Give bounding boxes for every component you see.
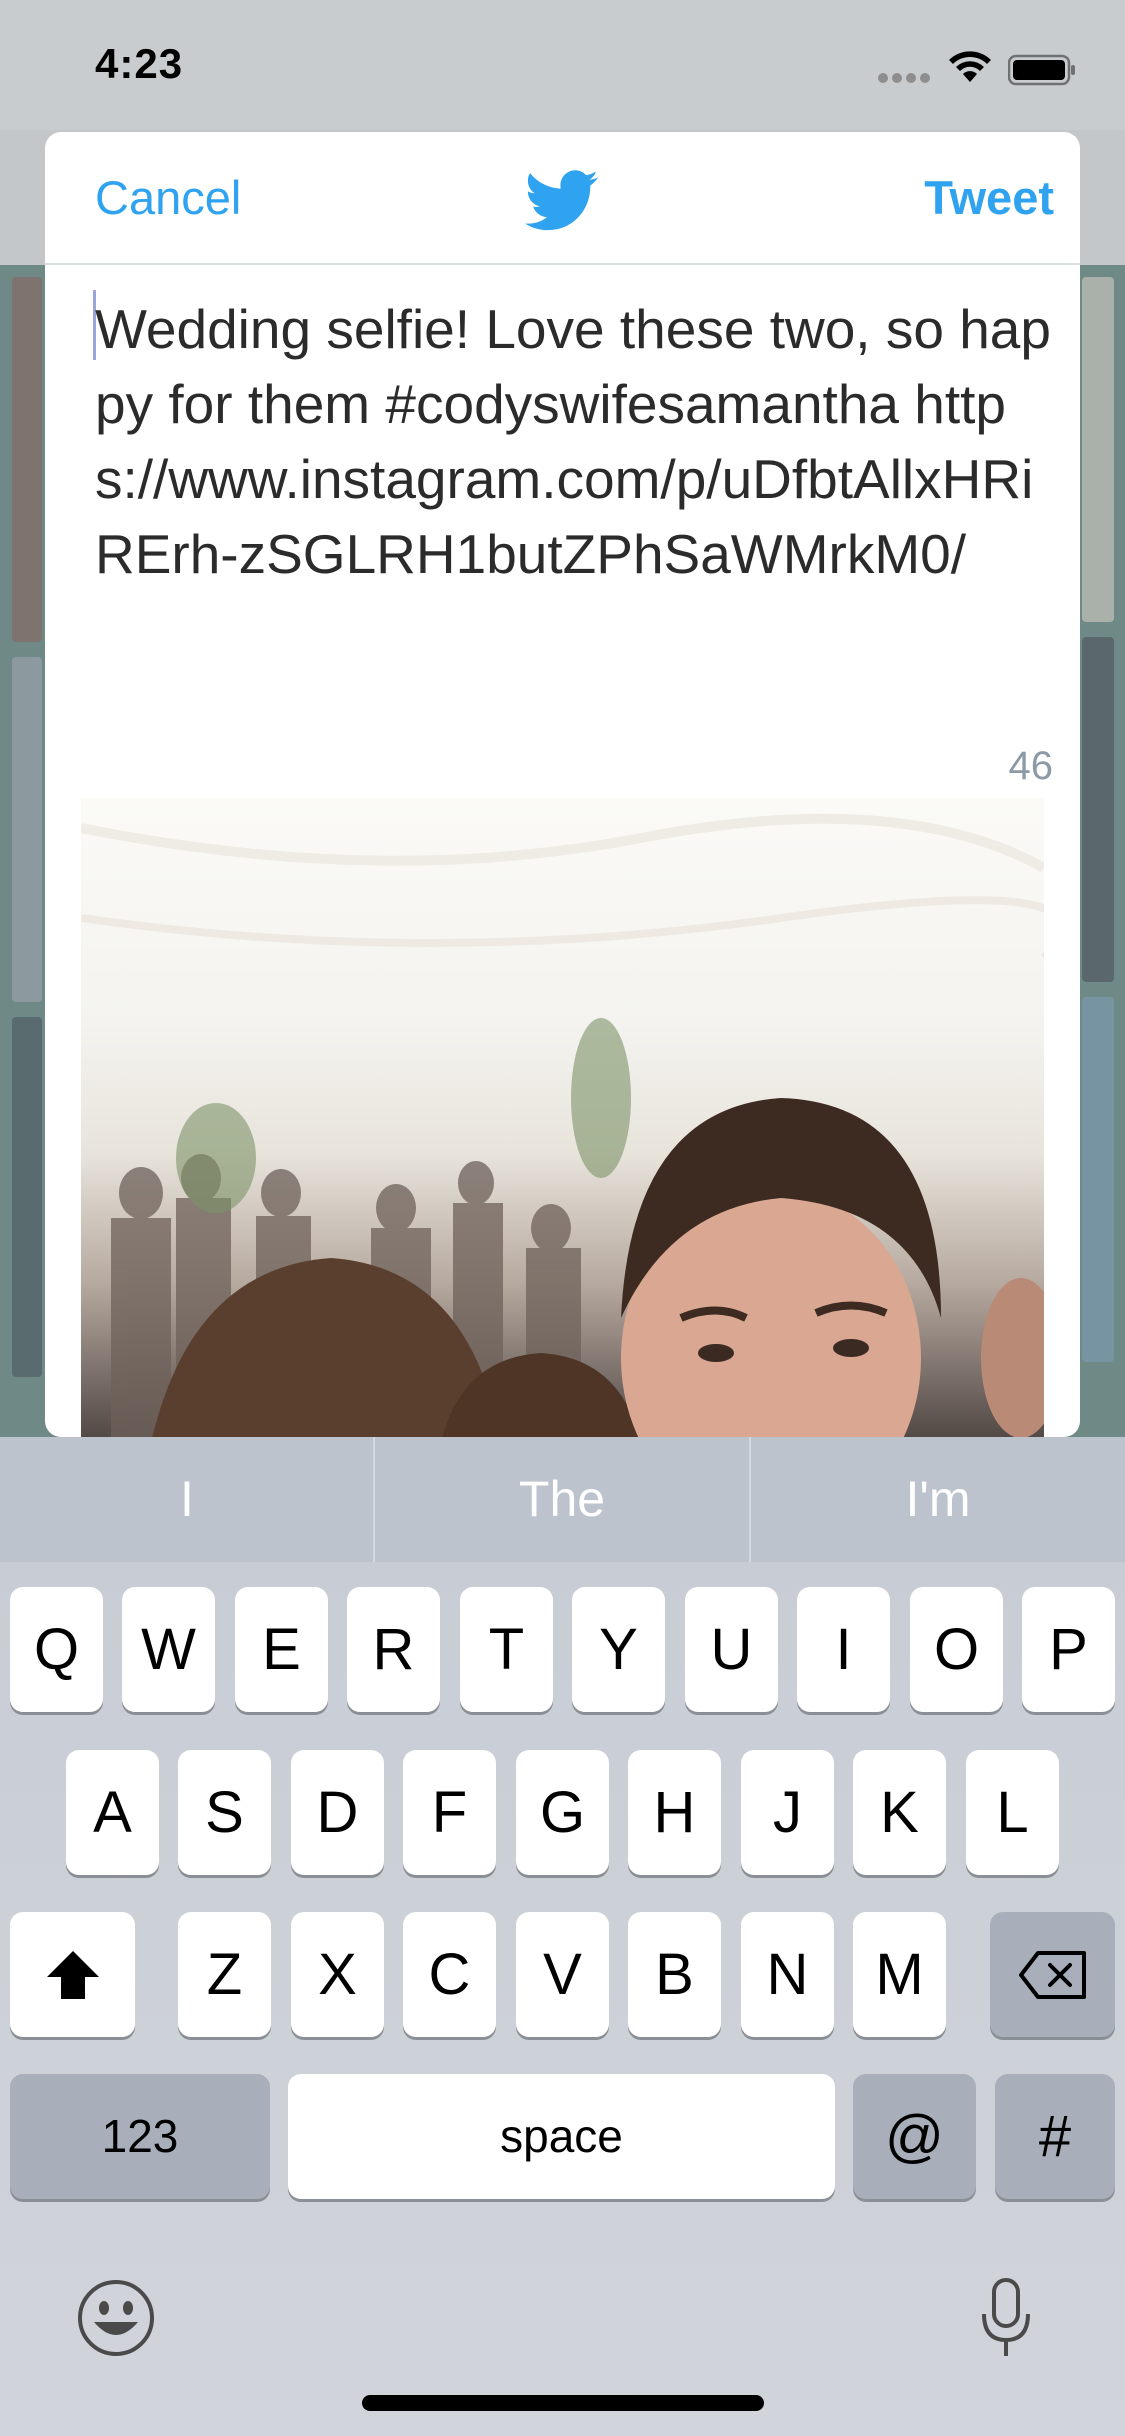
key-a[interactable]: A [66, 1750, 159, 1875]
key-s[interactable]: S [178, 1750, 271, 1875]
background-tile [12, 1017, 42, 1377]
key-k[interactable]: K [853, 1750, 946, 1875]
key-g[interactable]: G [516, 1750, 609, 1875]
numbers-key[interactable]: 123 [10, 2074, 270, 2199]
key-n[interactable]: N [741, 1912, 834, 2037]
compose-nav-bar: Cancel Tweet [45, 132, 1080, 265]
key-f[interactable]: F [403, 1750, 496, 1875]
predictive-text-bar: I The I'm [0, 1437, 1125, 1562]
suggestion-1[interactable]: I [0, 1437, 374, 1562]
status-time: 4:23 [95, 40, 184, 87]
key-h[interactable]: H [628, 1750, 721, 1875]
microphone-icon[interactable] [978, 2278, 1034, 2358]
key-j[interactable]: J [741, 1750, 834, 1875]
shift-icon [46, 1951, 99, 1999]
emoji-icon[interactable] [76, 2278, 156, 2358]
key-x[interactable]: X [291, 1912, 384, 2037]
at-key[interactable]: @ [853, 2074, 976, 2199]
suggestion-3[interactable]: I'm [751, 1437, 1125, 1562]
key-u[interactable]: U [685, 1587, 778, 1712]
key-m[interactable]: M [853, 1912, 946, 2037]
attached-photo[interactable] [81, 798, 1044, 1437]
key-w[interactable]: W [122, 1587, 215, 1712]
tweet-text-input[interactable]: Wedding selfie! Love these two, so happy… [95, 292, 1055, 592]
cancel-button[interactable]: Cancel [95, 168, 241, 228]
status-bar: 4:23 [0, 0, 1125, 132]
tweet-compose-sheet: Cancel Tweet Wedding selfie! Love these … [45, 132, 1080, 1437]
backspace-key[interactable] [990, 1912, 1115, 2037]
background-tile [1082, 637, 1114, 982]
twitter-bird-icon [524, 170, 598, 231]
key-q[interactable]: Q [10, 1587, 103, 1712]
background-tile [1082, 277, 1114, 622]
background-tile [1082, 997, 1114, 1362]
hash-key[interactable]: # [995, 2074, 1115, 2199]
key-y[interactable]: Y [572, 1587, 665, 1712]
backspace-icon [1018, 1951, 1086, 1999]
key-e[interactable]: E [235, 1587, 328, 1712]
selfie-image [81, 813, 1044, 1437]
background-tile [12, 277, 42, 642]
suggestion-2[interactable]: The [375, 1437, 749, 1562]
key-p[interactable]: P [1022, 1587, 1115, 1712]
key-z[interactable]: Z [178, 1912, 271, 2037]
space-key[interactable]: space [288, 2074, 835, 2199]
key-o[interactable]: O [910, 1587, 1003, 1712]
key-t[interactable]: T [460, 1587, 553, 1712]
key-v[interactable]: V [516, 1912, 609, 2037]
wifi-icon [949, 51, 991, 82]
key-l[interactable]: L [966, 1750, 1059, 1875]
background-tile [12, 657, 42, 1002]
tweet-button[interactable]: Tweet [924, 168, 1054, 228]
cellular-signal-icon [878, 70, 934, 83]
key-i[interactable]: I [797, 1587, 890, 1712]
home-indicator[interactable] [362, 2395, 764, 2411]
key-d[interactable]: D [291, 1750, 384, 1875]
character-count: 46 [1008, 744, 1054, 788]
key-r[interactable]: R [347, 1587, 440, 1712]
key-c[interactable]: C [403, 1912, 496, 2037]
battery-icon [1008, 54, 1075, 86]
key-b[interactable]: B [628, 1912, 721, 2037]
shift-key[interactable] [10, 1912, 135, 2037]
